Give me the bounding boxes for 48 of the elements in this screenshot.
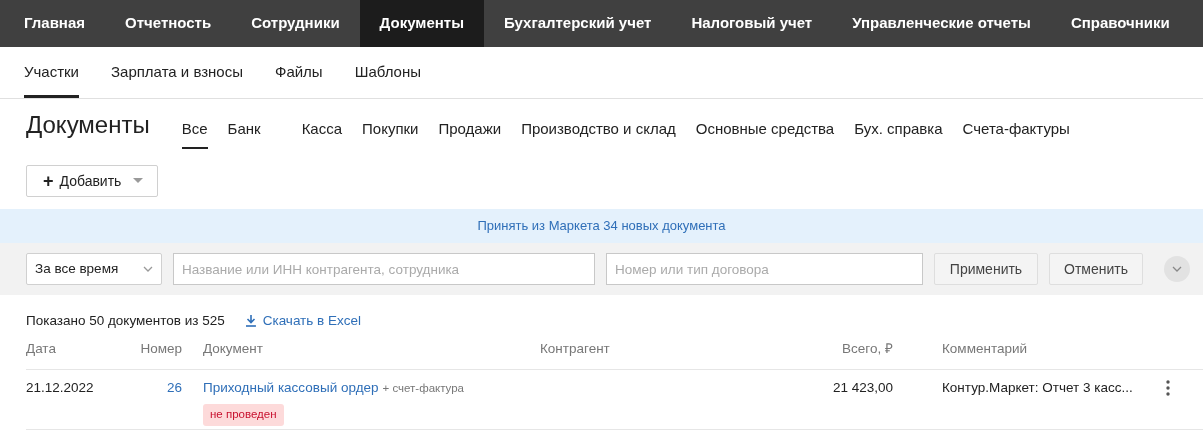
banner-link[interactable]: Принять из Маркета 34 новых документа <box>477 216 726 236</box>
doc-tab[interactable]: Касса <box>301 117 343 149</box>
period-dropdown[interactable]: За все время <box>26 253 162 285</box>
contract-field[interactable]: Номер или тип договора <box>606 253 923 285</box>
doc-tab[interactable]: Банк <box>227 117 261 149</box>
status-badge: не проведен <box>203 404 284 426</box>
chevron-down-icon <box>143 266 153 272</box>
number-link[interactable]: 26 <box>136 378 182 429</box>
table-cell-text: 21 423,00 <box>831 379 893 397</box>
nav-tab[interactable]: Бухгалтерский учет <box>483 0 672 47</box>
sub-nav-tab[interactable]: Файлы <box>275 47 323 98</box>
nav-tab[interactable]: Управленческие отчеты <box>832 0 1051 47</box>
apply-button[interactable]: Применить <box>934 253 1038 285</box>
nav-tab[interactable]: Отчетность <box>105 0 232 47</box>
doc-tab[interactable]: Производство и склад <box>521 117 676 149</box>
table-cell-text: 21.12.2022 <box>26 379 95 397</box>
doc-tab[interactable]: Основные средства <box>695 117 835 149</box>
search-field[interactable]: Название или ИНН контрагента, сотрудника <box>173 253 595 285</box>
column-header: Номер <box>139 339 182 358</box>
result-count: Показано 50 документов из 525 <box>26 311 225 330</box>
nav-tab[interactable]: Налоговый учет <box>671 0 833 47</box>
column-header: Всего, ₽ <box>841 339 893 358</box>
sub-nav-tab[interactable]: Участки <box>24 47 79 98</box>
chevron-down-icon <box>1172 266 1182 272</box>
table-cell-text: Контур.Маркет: Отчет 3 касс... <box>942 379 1134 397</box>
cancel-button[interactable]: Отменить <box>1049 253 1143 285</box>
nav-tab[interactable]: Справочники <box>1050 0 1190 47</box>
download-icon <box>244 314 257 327</box>
document-addon: + счет-фактура <box>382 381 464 396</box>
doc-tab[interactable]: Продажи <box>438 117 502 149</box>
doc-tab[interactable]: Все <box>181 117 208 149</box>
caret-icon <box>133 178 144 184</box>
doc-tab[interactable]: Бух. справка <box>854 117 943 149</box>
column-header: Документ <box>203 339 264 358</box>
nav-tab[interactable]: Документы <box>359 0 484 47</box>
doc-tab[interactable]: Счета-фактуры <box>962 117 1070 149</box>
sub-nav-tab[interactable]: Шаблоны <box>354 47 421 98</box>
add-button[interactable]: + Добавить <box>26 165 158 197</box>
column-header: Контрагент <box>540 339 611 358</box>
column-header: Комментарий <box>942 339 1029 358</box>
doc-tab[interactable]: Покупки <box>362 117 419 149</box>
column-header: Дата <box>26 339 57 358</box>
page-title: Документы <box>26 110 150 140</box>
sub-nav-tab[interactable]: Зарплата и взносы <box>111 47 243 98</box>
nav-tab[interactable]: Сотрудники <box>231 0 360 47</box>
download-link[interactable]: Скачать в Excel <box>262 310 361 331</box>
nav-tab[interactable]: Главная <box>4 0 105 47</box>
document-link[interactable]: Приходный кассовый ордер <box>203 378 379 399</box>
